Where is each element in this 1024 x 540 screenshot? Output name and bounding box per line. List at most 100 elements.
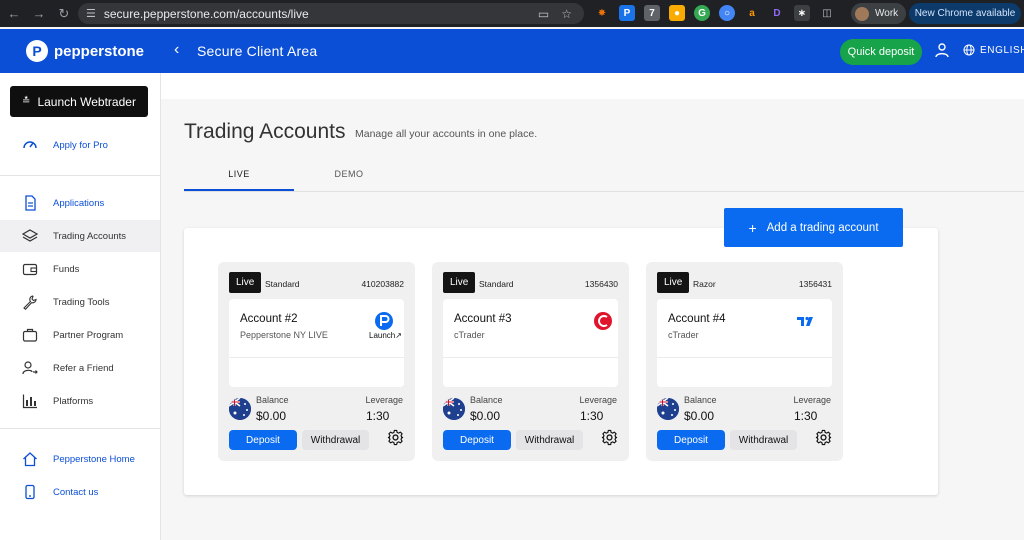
tab-demo[interactable]: DEMO xyxy=(294,169,404,179)
pepperstone-icon[interactable] xyxy=(374,311,394,331)
deposit-button[interactable]: Deposit xyxy=(443,430,511,450)
phone-icon xyxy=(25,484,35,500)
document-icon xyxy=(25,195,36,211)
sidebar-item-partner-program[interactable]: Partner Program xyxy=(0,319,160,351)
account-name: Account #3 xyxy=(454,313,512,325)
avatar xyxy=(855,6,869,21)
launch-link[interactable]: Launch↗ xyxy=(369,331,402,340)
account-type: Standard xyxy=(265,279,300,289)
sidebar-item-label: Trading Tools xyxy=(53,296,110,308)
tab-live[interactable]: LIVE xyxy=(184,169,294,179)
account-name: Account #4 xyxy=(668,313,726,325)
amazon-icon[interactable]: a xyxy=(744,5,760,21)
active-tab-indicator xyxy=(184,189,294,191)
leverage-label: Leverage xyxy=(579,395,617,405)
withdrawal-button[interactable]: Withdrawal xyxy=(516,430,583,450)
sidebar-item-trading-tools[interactable]: Trading Tools xyxy=(0,286,160,318)
pepperstone-logo-icon: P xyxy=(26,40,48,62)
chevron-left-icon[interactable]: ‹ xyxy=(174,41,179,59)
account-number: 1356431 xyxy=(798,279,832,289)
extension-badge-icon[interactable]: 7 xyxy=(644,5,660,21)
extension-p-icon[interactable]: P xyxy=(619,5,635,21)
withdrawal-button[interactable]: Withdrawal xyxy=(302,430,369,450)
sidebar-item-apply-pro[interactable]: Apply for Pro xyxy=(0,129,160,161)
language-selector[interactable]: ENGLISH xyxy=(963,44,1024,56)
gear-icon[interactable] xyxy=(815,429,832,446)
ctrader-icon[interactable] xyxy=(593,311,613,331)
sidebar-item-contact-us[interactable]: Contact us xyxy=(0,476,160,508)
install-app-icon[interactable]: ▭ xyxy=(538,7,549,21)
extension-chat-icon[interactable]: ● xyxy=(669,5,685,21)
tradingview-icon[interactable] xyxy=(795,311,815,331)
url-text: secure.pepperstone.com/accounts/live xyxy=(103,6,309,21)
account-details[interactable]: Account #3 cTrader xyxy=(443,299,618,387)
account-type: Standard xyxy=(479,279,514,289)
details-divider xyxy=(443,357,618,358)
quick-deposit-button[interactable]: Quick deposit xyxy=(840,39,922,65)
account-number: 1356430 xyxy=(584,279,618,289)
deposit-button[interactable]: Deposit xyxy=(229,430,297,450)
gear-icon[interactable] xyxy=(601,429,618,446)
account-card: Live Razor 1356431 Account #4 cTrader Ba… xyxy=(646,262,843,461)
chart-icon: ≛ xyxy=(22,96,31,107)
grammarly-icon[interactable]: G xyxy=(694,5,710,21)
account-details[interactable]: Account #4 cTrader xyxy=(657,299,832,387)
sidebar-item-label: Applications xyxy=(53,197,105,209)
balance-value: $0.00 xyxy=(684,409,715,423)
account-platform: cTrader xyxy=(454,330,485,340)
sidebar-item-trading-accounts[interactable]: Trading Accounts xyxy=(0,220,160,252)
account-number: 410203882 xyxy=(361,279,404,289)
app-header: P pepperstone ‹ Secure Client Area Quick… xyxy=(0,29,1024,73)
bookmark-star-icon[interactable]: ☆ xyxy=(561,7,572,21)
brand-name: pepperstone xyxy=(54,42,145,60)
sidebar-item-label: Funds xyxy=(53,263,80,275)
australia-flag-icon xyxy=(657,398,679,420)
chrome-update-button[interactable]: New Chrome available xyxy=(909,3,1021,24)
extensions-puzzle-icon[interactable]: ◫ xyxy=(819,5,835,21)
leverage-label: Leverage xyxy=(793,395,831,405)
extension-dark-icon[interactable]: ∗ xyxy=(794,5,810,21)
sidebar-item-pepperstone-home[interactable]: Pepperstone Home xyxy=(0,443,160,475)
withdrawal-button[interactable]: Withdrawal xyxy=(730,430,797,450)
extension-blue-icon[interactable]: ○ xyxy=(719,5,735,21)
forward-arrow-icon[interactable]: → xyxy=(28,3,50,25)
extensions-row: ✸ P 7 ● G ○ a D ∗ ◫ xyxy=(594,5,835,21)
sidebar-item-applications[interactable]: Applications xyxy=(0,187,160,219)
launch-webtrader-button[interactable]: ≛ Launch Webtrader xyxy=(10,86,148,117)
site-settings-icon[interactable]: ☰ xyxy=(86,7,96,20)
profile-chip[interactable]: Work xyxy=(851,3,906,24)
user-icon[interactable] xyxy=(934,42,950,58)
sidebar-item-label: Refer a Friend xyxy=(53,362,114,374)
account-details[interactable]: Account #2 Pepperstone NY LIVE Launch↗ xyxy=(229,299,404,387)
brand-logo[interactable]: P pepperstone xyxy=(26,40,144,62)
language-label: ENGLISH xyxy=(980,44,1024,56)
reload-icon[interactable]: ↻ xyxy=(53,3,75,25)
add-trading-account-button[interactable]: + Add a trading account xyxy=(724,208,903,247)
gear-icon[interactable] xyxy=(387,429,404,446)
live-badge: Live xyxy=(443,272,476,293)
leverage-value: 1:30 xyxy=(794,409,818,423)
address-bar[interactable]: ☰ secure.pepperstone.com/accounts/live ▭… xyxy=(78,3,584,24)
add-trading-account-label: Add a trading account xyxy=(766,221,879,234)
account-card: Live Standard 410203882 Account #2 Peppe… xyxy=(218,262,415,461)
bar-chart-icon xyxy=(22,394,37,409)
globe-icon xyxy=(963,44,975,56)
details-divider xyxy=(229,357,404,358)
back-arrow-icon[interactable]: ← xyxy=(3,3,25,25)
account-type: Razor xyxy=(693,279,716,289)
plus-icon: + xyxy=(748,219,757,236)
header-title: Secure Client Area xyxy=(197,43,318,59)
sidebar-item-refer-friend[interactable]: Refer a Friend xyxy=(0,352,160,384)
account-platform: Pepperstone NY LIVE xyxy=(240,330,328,340)
sidebar-item-funds[interactable]: Funds xyxy=(0,253,160,285)
account-name: Account #2 xyxy=(240,313,298,325)
sidebar-divider xyxy=(0,428,160,429)
top-strip xyxy=(161,73,1024,99)
sidebar-item-platforms[interactable]: Platforms xyxy=(0,385,160,417)
sidebar-item-label: Trading Accounts xyxy=(53,230,127,242)
wrench-icon xyxy=(23,295,37,310)
browser-toolbar: ← → ↻ ☰ secure.pepperstone.com/accounts/… xyxy=(0,0,1024,27)
deposit-button[interactable]: Deposit xyxy=(657,430,725,450)
extension-sun-icon[interactable]: ✸ xyxy=(594,5,610,21)
extension-d-icon[interactable]: D xyxy=(769,5,785,21)
